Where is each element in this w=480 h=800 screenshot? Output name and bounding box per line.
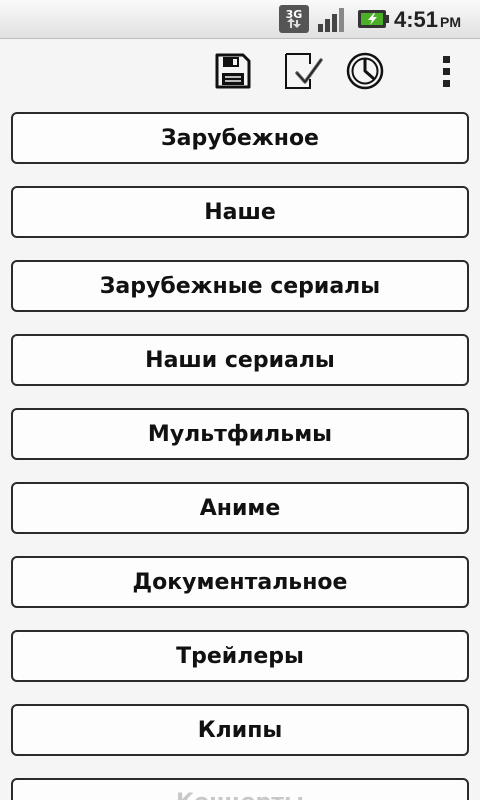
3g-data-icon: 3G [278, 4, 310, 34]
overflow-menu-icon [443, 56, 450, 87]
category-button-foreign[interactable]: Зарубежное [11, 112, 469, 164]
category-button-documentary[interactable]: Документальное [11, 556, 469, 608]
category-button-trailers[interactable]: Трейлеры [11, 630, 469, 682]
checklist-icon [285, 53, 323, 89]
clock-time: 4:51 [394, 7, 439, 32]
clock-ampm: PM [440, 14, 462, 30]
category-button-ours[interactable]: Наше [11, 186, 469, 238]
checklist-button[interactable] [283, 51, 323, 91]
category-button-foreign-series[interactable]: Зарубежные сериалы [11, 260, 469, 312]
category-button-cartoons[interactable]: Мультфильмы [11, 408, 469, 460]
category-button-concerts[interactable]: Концерты [11, 778, 469, 800]
save-button[interactable] [213, 51, 253, 91]
overflow-menu-button[interactable] [428, 51, 468, 91]
category-button-our-series[interactable]: Наши сериалы [11, 334, 469, 386]
category-button-anime[interactable]: Аниме [11, 482, 469, 534]
network-type-label: 3G [286, 8, 303, 21]
signal-strength-icon [316, 4, 350, 34]
battery-charging-icon [356, 4, 390, 34]
history-clock-icon [346, 52, 384, 90]
save-icon [215, 53, 251, 89]
history-button[interactable] [345, 51, 385, 91]
action-bar [0, 39, 480, 103]
category-button-clips[interactable]: Клипы [11, 704, 469, 756]
category-list[interactable]: Зарубежное Наше Зарубежные сериалы Наши … [0, 104, 480, 800]
status-bar: 3G 4:51 PM [0, 0, 480, 39]
status-clock: 4:51 PM [394, 6, 461, 34]
